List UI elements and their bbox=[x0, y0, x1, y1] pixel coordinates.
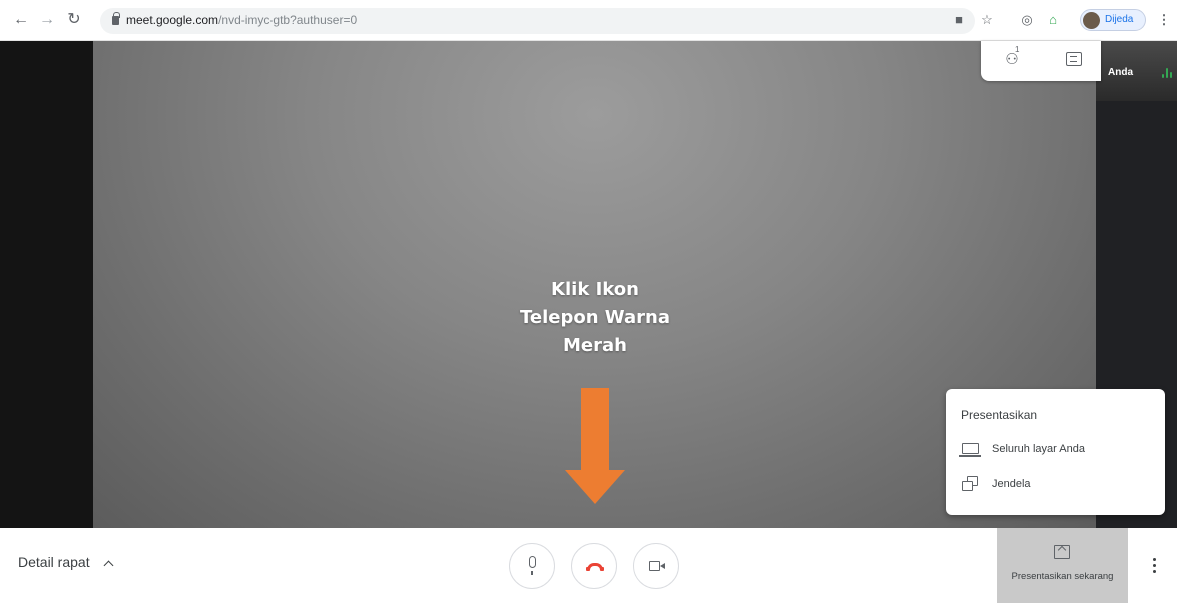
people-icon[interactable]: ⚇ bbox=[1001, 50, 1023, 70]
reload-icon[interactable]: ↻ bbox=[63, 9, 85, 31]
present-screen-icon bbox=[1054, 545, 1070, 559]
present-item-label: Jendela bbox=[992, 478, 1031, 490]
profile-label: Dijeda bbox=[1105, 14, 1134, 25]
back-arrow-icon[interactable]: ← bbox=[10, 9, 32, 31]
monitor-icon bbox=[959, 443, 981, 457]
chevron-up-icon bbox=[104, 560, 114, 571]
instruction-annotation: Klik Ikon Telepon Warna Merah bbox=[495, 276, 695, 360]
present-now-button[interactable]: Presentasikan sekarang bbox=[997, 528, 1128, 603]
present-now-label: Presentasikan sekarang bbox=[1011, 571, 1114, 582]
meeting-side-panel-toggles: ⚇ 1 bbox=[981, 41, 1101, 81]
annotation-arrow-shaft bbox=[581, 388, 609, 470]
profile-button[interactable]: Dijeda bbox=[1080, 9, 1146, 31]
avatar bbox=[1083, 12, 1100, 29]
annotation-arrow-head bbox=[565, 470, 625, 504]
microphone-button[interactable] bbox=[509, 543, 555, 589]
annotation-line: Telepon Warna bbox=[519, 307, 670, 328]
present-menu: Presentasikan Seluruh layar Anda Jendela bbox=[946, 389, 1165, 515]
camera-button[interactable] bbox=[633, 543, 679, 589]
more-options-icon[interactable] bbox=[1150, 556, 1160, 576]
url-text: meet.google.com/nvd-imyc-gtb?authuser=0 bbox=[126, 13, 358, 27]
present-item-label: Seluruh layar Anda bbox=[992, 443, 1085, 455]
annotation-line: Klik Ikon bbox=[551, 279, 639, 300]
meeting-details-button[interactable]: Detail rapat bbox=[18, 554, 114, 571]
hang-up-button[interactable] bbox=[571, 543, 617, 589]
phone-hangup-icon bbox=[586, 563, 604, 571]
browser-toolbar: ← → ↻ meet.google.com/nvd-imyc-gtb?authu… bbox=[0, 0, 1177, 41]
window-icon bbox=[962, 476, 979, 492]
camera-indicator-icon[interactable]: ■ bbox=[950, 11, 968, 29]
android-extension-icon[interactable]: ⌂ bbox=[1044, 11, 1062, 29]
self-name-label: Anda bbox=[1108, 67, 1133, 78]
lock-icon bbox=[112, 12, 120, 25]
present-menu-title: Presentasikan bbox=[961, 408, 1038, 422]
meeting-controls-bar: Detail rapat Presentasikan sekarang bbox=[0, 528, 1177, 603]
browser-menu-icon[interactable]: ⋮ bbox=[1155, 11, 1173, 29]
bookmark-star-icon[interactable]: ☆ bbox=[978, 11, 996, 29]
meeting-details-label: Detail rapat bbox=[18, 554, 90, 570]
audio-level-icon bbox=[1162, 68, 1172, 78]
present-entire-screen-item[interactable]: Seluruh layar Anda bbox=[959, 439, 1155, 461]
participants-count-badge: 1 bbox=[1015, 45, 1020, 54]
address-bar[interactable]: meet.google.com/nvd-imyc-gtb?authuser=0 bbox=[100, 8, 975, 34]
forward-arrow-icon[interactable]: → bbox=[36, 9, 58, 31]
video-camera-icon bbox=[649, 561, 665, 571]
present-window-item[interactable]: Jendela bbox=[960, 474, 1155, 496]
annotation-line: Merah bbox=[563, 335, 627, 356]
extension-icon[interactable]: ◎ bbox=[1018, 11, 1036, 29]
chat-icon[interactable] bbox=[1066, 52, 1082, 66]
microphone-icon bbox=[529, 556, 536, 575]
